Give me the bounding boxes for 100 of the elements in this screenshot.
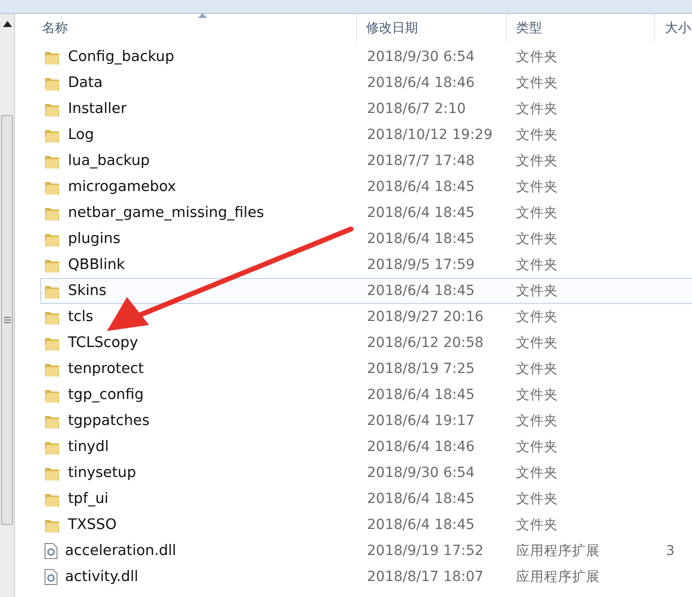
file-name: Data: [68, 75, 103, 91]
modified-date: 2018/6/4 18:45: [367, 179, 476, 195]
file-row[interactable]: Log 2018/10/12 19:29 文件夹: [40, 122, 692, 148]
file-row[interactable]: Installer 2018/6/7 2:10 文件夹: [40, 96, 692, 122]
file-row[interactable]: tenprotect 2018/8/19 7:25 文件夹: [40, 356, 692, 382]
file-row[interactable]: acceleration.dll 2018/9/19 17:52 应用程序扩展 3: [40, 538, 692, 564]
file-row[interactable]: tgp_config 2018/6/4 18:45 文件夹: [40, 382, 692, 408]
modified-date: 2018/6/4 18:46: [367, 75, 476, 91]
file-row[interactable]: tcls 2018/9/27 20:16 文件夹: [40, 304, 692, 330]
file-type: 文件夹: [516, 308, 559, 326]
modified-date: 2018/7/7 17:48: [367, 153, 476, 169]
file-name: plugins: [68, 231, 120, 247]
scrollbar[interactable]: [0, 14, 15, 597]
file-type: 文件夹: [516, 48, 559, 66]
file-row[interactable]: QBBlink 2018/9/5 17:59 文件夹: [40, 252, 692, 278]
file-type: 文件夹: [516, 178, 559, 196]
file-name: Installer: [68, 101, 127, 117]
sort-arrow-icon: [198, 13, 207, 18]
file-name: tinysetup: [68, 465, 136, 481]
modified-date: 2018/9/5 17:59: [367, 257, 476, 273]
modified-date: 2018/6/4 18:45: [367, 231, 476, 247]
column-header[interactable]: 修改日期: [357, 14, 507, 42]
file-row[interactable]: microgamebox 2018/6/4 18:45 文件夹: [40, 174, 692, 200]
modified-date: 2018/8/19 7:25: [367, 361, 476, 377]
folder-icon: [44, 128, 61, 142]
file-type: 文件夹: [516, 230, 559, 248]
modified-date: 2018/9/30 6:54: [367, 465, 476, 481]
file-type: 应用程序扩展: [516, 542, 601, 560]
file-name: tcls: [68, 309, 94, 325]
modified-date: 2018/9/19 17:52: [367, 543, 485, 559]
file-row[interactable]: tgppatches 2018/6/4 19:17 文件夹: [40, 408, 692, 434]
modified-date: 2018/6/4 18:45: [367, 205, 476, 221]
file-type: 文件夹: [516, 282, 559, 300]
file-row[interactable]: lua_backup 2018/7/7 17:48 文件夹: [40, 148, 692, 174]
modified-date: 2018/6/12 20:58: [367, 335, 485, 351]
folder-icon: [44, 258, 61, 272]
file-row[interactable]: Skins 2018/6/4 18:45 文件夹: [40, 278, 692, 304]
file-name: acceleration.dll: [65, 543, 176, 559]
file-type: 文件夹: [516, 464, 559, 482]
modified-date: 2018/6/7 2:10: [367, 101, 467, 117]
file-type: 文件夹: [516, 152, 559, 170]
grip-icon: [4, 317, 10, 323]
file-name: tenprotect: [68, 361, 144, 377]
file-row[interactable]: tpf_ui 2018/6/4 18:45 文件夹: [40, 486, 692, 512]
file-type: 文件夹: [516, 490, 559, 508]
folder-icon: [44, 102, 61, 116]
file-type: 文件夹: [516, 204, 559, 222]
folder-icon: [44, 154, 61, 168]
folder-icon: [44, 284, 61, 298]
file-icon: [44, 569, 58, 585]
file-type: 文件夹: [516, 100, 559, 118]
modified-date: 2018/9/30 6:54: [367, 49, 476, 65]
file-row[interactable]: activity.dll 2018/8/17 18:07 应用程序扩展: [40, 564, 692, 590]
file-row[interactable]: plugins 2018/6/4 18:45 文件夹: [40, 226, 692, 252]
folder-icon: [44, 518, 61, 532]
modified-date: 2018/6/4 19:17: [367, 413, 476, 429]
column-header[interactable]: 类型: [507, 14, 655, 42]
file-row[interactable]: Data 2018/6/4 18:46 文件夹: [40, 70, 692, 96]
modified-date: 2018/6/4 18:45: [367, 491, 476, 507]
modified-date: 2018/6/4 18:45: [367, 387, 476, 403]
folder-icon: [44, 180, 61, 194]
file-name: microgamebox: [68, 179, 176, 195]
file-row[interactable]: Config_backup 2018/9/30 6:54 文件夹: [40, 44, 692, 70]
file-name: netbar_game_missing_files: [68, 205, 264, 221]
file-name: Skins: [68, 283, 106, 299]
scroll-thumb[interactable]: [1, 115, 13, 525]
file-row[interactable]: TCLScopy 2018/6/12 20:58 文件夹: [40, 330, 692, 356]
folder-icon: [44, 76, 61, 90]
modified-date: 2018/10/12 19:29: [367, 127, 494, 143]
folder-icon: [44, 362, 61, 376]
file-type: 文件夹: [516, 256, 559, 274]
file-type: 文件夹: [516, 360, 559, 378]
folder-icon: [44, 336, 61, 350]
file-row[interactable]: TXSSO 2018/6/4 18:45 文件夹: [40, 512, 692, 538]
file-row[interactable]: netbar_game_missing_files 2018/6/4 18:45 文件夹: [40, 200, 692, 226]
scroll-up-icon[interactable]: [2, 21, 12, 27]
file-type: 文件夹: [516, 386, 559, 404]
column-header[interactable]: 名称: [40, 14, 357, 42]
folder-icon: [44, 50, 61, 64]
file-name: Log: [68, 127, 94, 143]
file-name: tpf_ui: [68, 491, 108, 507]
file-row[interactable]: tinysetup 2018/9/30 6:54 文件夹: [40, 460, 692, 486]
file-name: TCLScopy: [68, 335, 138, 351]
file-name: tgppatches: [68, 413, 150, 429]
folder-icon: [44, 414, 61, 428]
modified-date: 2018/6/4 18:45: [367, 517, 476, 533]
folder-icon: [44, 388, 61, 402]
folder-icon: [44, 232, 61, 246]
file-type: 文件夹: [516, 126, 559, 144]
file-name: tgp_config: [68, 387, 144, 403]
file-type: 应用程序扩展: [516, 568, 601, 586]
file-type: 文件夹: [516, 412, 559, 430]
modified-date: 2018/6/4 18:45: [367, 283, 476, 299]
column-header[interactable]: 大小: [655, 14, 692, 42]
file-icon: [44, 543, 58, 559]
modified-date: 2018/6/4 18:46: [367, 439, 476, 455]
file-row[interactable]: tinydl 2018/6/4 18:46 文件夹: [40, 434, 692, 460]
file-type: 文件夹: [516, 334, 559, 352]
file-type: 文件夹: [516, 516, 559, 534]
folder-icon: [44, 466, 61, 480]
